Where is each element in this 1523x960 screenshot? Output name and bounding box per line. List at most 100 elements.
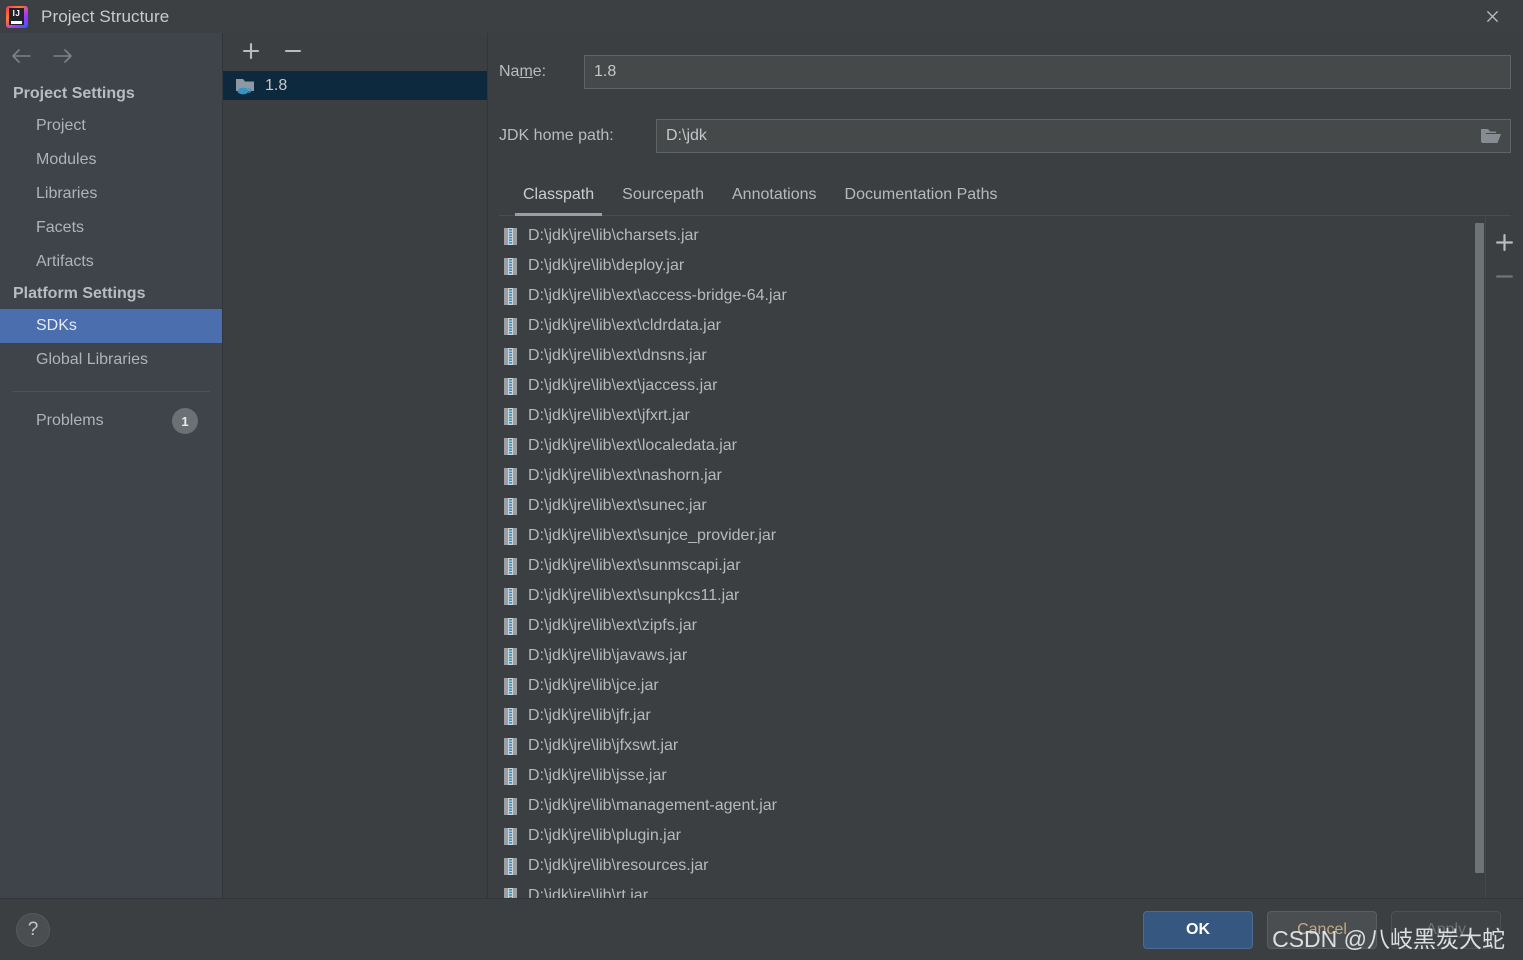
classpath-row[interactable]: D:\jdk\jre\lib\charsets.jar: [499, 221, 1474, 251]
jar-archive-icon: [504, 497, 517, 515]
classpath-row[interactable]: D:\jdk\jre\lib\deploy.jar: [499, 251, 1474, 281]
jar-archive-icon: [504, 797, 517, 815]
sidebar-item-sdks[interactable]: SDKs: [0, 309, 222, 343]
classpath-row[interactable]: D:\jdk\jre\lib\resources.jar: [499, 851, 1474, 881]
sidebar-divider: [12, 391, 210, 392]
classpath-row[interactable]: D:\jdk\jre\lib\ext\zipfs.jar: [499, 611, 1474, 641]
classpath-row[interactable]: D:\jdk\jre\lib\jfxswt.jar: [499, 731, 1474, 761]
close-icon[interactable]: [1461, 0, 1523, 33]
classpath-row[interactable]: D:\jdk\jre\lib\rt.jar: [499, 881, 1474, 898]
remove-classpath-entry-button[interactable]: [1493, 264, 1517, 288]
classpath-entry-label: D:\jdk\jre\lib\jce.jar: [528, 677, 659, 695]
jar-archive-icon: [504, 737, 517, 755]
jar-archive-icon: [504, 527, 517, 545]
sdk-tree-item-label: 1.8: [265, 76, 288, 94]
jar-archive-icon: [504, 827, 517, 845]
classpath-entry-label: D:\jdk\jre\lib\deploy.jar: [528, 257, 685, 275]
jdk-folder-icon: [235, 76, 256, 95]
jar-archive-icon: [504, 317, 517, 335]
classpath-row[interactable]: D:\jdk\jre\lib\javaws.jar: [499, 641, 1474, 671]
window-title: Project Structure: [41, 6, 170, 26]
cancel-button[interactable]: Cancel: [1267, 910, 1377, 949]
classpath-entry-label: D:\jdk\jre\lib\ext\zipfs.jar: [528, 617, 697, 635]
classpath-row[interactable]: D:\jdk\jre\lib\ext\nashorn.jar: [499, 461, 1474, 491]
classpath-row[interactable]: D:\jdk\jre\lib\jce.jar: [499, 671, 1474, 701]
classpath-entry-label: D:\jdk\jre\lib\ext\dnsns.jar: [528, 347, 707, 365]
sidebar-item-global-libraries[interactable]: Global Libraries: [0, 343, 222, 377]
arrow-left-icon[interactable]: [8, 43, 34, 69]
classpath-row[interactable]: D:\jdk\jre\lib\ext\dnsns.jar: [499, 341, 1474, 371]
sidebar-item-modules[interactable]: Modules: [0, 143, 222, 177]
sidebar-item-problems[interactable]: Problems 1: [0, 402, 222, 440]
classpath-entry-label: D:\jdk\jre\lib\charsets.jar: [528, 227, 699, 245]
tab-classpath[interactable]: Classpath: [509, 186, 608, 217]
classpath-row[interactable]: D:\jdk\jre\lib\plugin.jar: [499, 821, 1474, 851]
classpath-row[interactable]: D:\jdk\jre\lib\ext\jaccess.jar: [499, 371, 1474, 401]
path-tabs: Classpath Sourcepath Annotations Documen…: [499, 173, 1511, 217]
jar-archive-icon: [504, 587, 517, 605]
name-field-row: Name: 1.8: [499, 55, 1523, 89]
tab-sourcepath[interactable]: Sourcepath: [608, 186, 718, 215]
classpath-entry-label: D:\jdk\jre\lib\ext\sunec.jar: [528, 497, 707, 515]
jar-archive-icon: [504, 407, 517, 425]
sidebar-item-project[interactable]: Project: [0, 109, 222, 143]
sidebar-item-artifacts[interactable]: Artifacts: [0, 245, 222, 279]
classpath-row[interactable]: D:\jdk\jre\lib\ext\cldrdata.jar: [499, 311, 1474, 341]
classpath-scrollbar[interactable]: [1474, 216, 1485, 898]
jdk-home-path-value: D:\jdk: [666, 127, 707, 144]
sdk-toolbar: [223, 33, 487, 69]
sidebar-group-header-project-settings: Project Settings: [13, 85, 135, 102]
classpath-entry-label: D:\jdk\jre\lib\management-agent.jar: [528, 797, 778, 815]
add-sdk-button[interactable]: [239, 39, 263, 63]
sidebar-item-facets[interactable]: Facets: [0, 211, 222, 245]
sdk-detail-panel: Name: 1.8 JDK home path: D:\jdk Classpat…: [488, 33, 1523, 898]
tab-annotations[interactable]: Annotations: [718, 186, 831, 215]
classpath-row[interactable]: D:\jdk\jre\lib\ext\jfxrt.jar: [499, 401, 1474, 431]
jar-archive-icon: [504, 257, 517, 275]
sidebar-item-libraries[interactable]: Libraries: [0, 177, 222, 211]
jar-archive-icon: [504, 707, 517, 725]
jar-archive-icon: [504, 347, 517, 365]
name-input[interactable]: 1.8: [584, 55, 1511, 89]
sdk-tree-item-1-8[interactable]: 1.8: [223, 71, 487, 100]
arrow-right-icon[interactable]: [50, 43, 76, 69]
classpath-entry-label: D:\jdk\jre\lib\ext\sunjce_provider.jar: [528, 527, 777, 545]
jar-archive-icon: [504, 437, 517, 455]
problems-count-badge: 1: [172, 408, 198, 434]
help-button[interactable]: ?: [16, 912, 50, 947]
classpath-row[interactable]: D:\jdk\jre\lib\jsse.jar: [499, 761, 1474, 791]
classpath-list[interactable]: D:\jdk\jre\lib\charsets.jar D:\jdk\jre\li…: [499, 216, 1474, 898]
classpath-row[interactable]: D:\jdk\jre\lib\ext\sunmscapi.jar: [499, 551, 1474, 581]
classpath-row[interactable]: D:\jdk\jre\lib\management-agent.jar: [499, 791, 1474, 821]
classpath-row[interactable]: D:\jdk\jre\lib\ext\sunjce_provider.jar: [499, 521, 1474, 551]
classpath-entry-label: D:\jdk\jre\lib\ext\jaccess.jar: [528, 377, 718, 395]
jar-archive-icon: [504, 677, 517, 695]
sdk-list-panel: 1.8: [223, 33, 488, 898]
classpath-entry-label: D:\jdk\jre\lib\ext\access-bridge-64.jar: [528, 287, 787, 305]
jar-archive-icon: [504, 857, 517, 875]
classpath-row[interactable]: D:\jdk\jre\lib\ext\sunec.jar: [499, 491, 1474, 521]
classpath-entry-label: D:\jdk\jre\lib\ext\jfxrt.jar: [528, 407, 690, 425]
jar-archive-icon: [504, 887, 517, 898]
classpath-entry-label: D:\jdk\jre\lib\ext\localedata.jar: [528, 437, 737, 455]
dialog-body: Project Settings Project Modules Librari…: [0, 33, 1523, 898]
classpath-row[interactable]: D:\jdk\jre\lib\jfr.jar: [499, 701, 1474, 731]
folder-open-icon[interactable]: [1480, 127, 1502, 145]
jdk-home-path-input[interactable]: D:\jdk: [656, 119, 1511, 153]
classpath-row[interactable]: D:\jdk\jre\lib\ext\localedata.jar: [499, 431, 1474, 461]
jar-archive-icon: [504, 227, 517, 245]
jar-archive-icon: [504, 647, 517, 665]
problems-label: Problems: [36, 412, 104, 429]
intellij-idea-logo-icon: IJ: [6, 5, 28, 28]
jar-archive-icon: [504, 767, 517, 785]
classpath-entry-label: D:\jdk\jre\lib\javaws.jar: [528, 647, 688, 665]
scrollbar-thumb[interactable]: [1475, 223, 1484, 874]
classpath-row[interactable]: D:\jdk\jre\lib\ext\sunpkcs11.jar: [499, 581, 1474, 611]
ok-button[interactable]: OK: [1143, 910, 1253, 949]
title-bar: IJ Project Structure: [0, 0, 1523, 33]
add-classpath-entry-button[interactable]: [1493, 230, 1517, 254]
classpath-row[interactable]: D:\jdk\jre\lib\ext\access-bridge-64.jar: [499, 281, 1474, 311]
remove-sdk-button[interactable]: [281, 39, 305, 63]
tab-documentation-paths[interactable]: Documentation Paths: [831, 186, 1012, 215]
apply-button[interactable]: Apply: [1391, 910, 1501, 949]
